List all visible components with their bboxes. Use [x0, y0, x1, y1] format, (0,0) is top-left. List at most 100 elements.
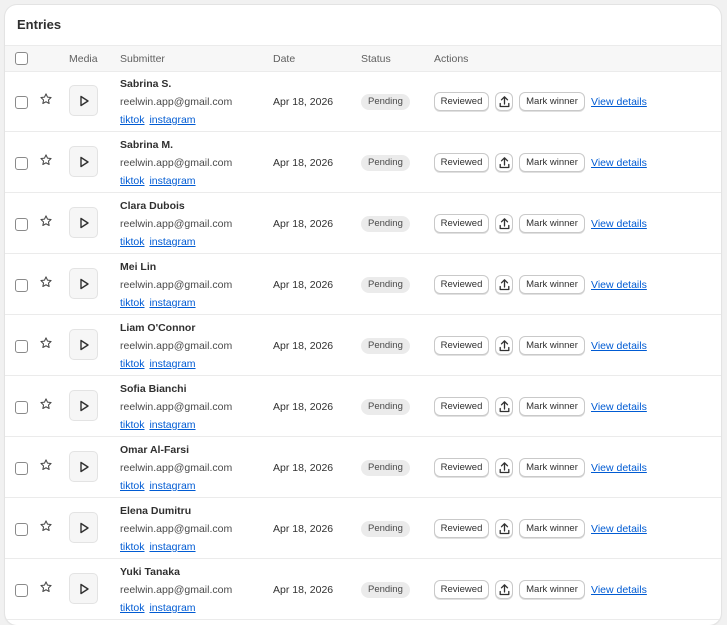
row-checkbox[interactable]: [15, 157, 28, 170]
upload-button[interactable]: [495, 458, 513, 477]
star-icon[interactable]: [39, 92, 53, 106]
reviewed-button[interactable]: Reviewed: [434, 397, 489, 416]
reviewed-button[interactable]: Reviewed: [434, 519, 489, 538]
view-details-link[interactable]: View details: [591, 584, 647, 596]
media-play-button[interactable]: [69, 85, 98, 116]
view-details-link[interactable]: View details: [591, 523, 647, 535]
mark-winner-button[interactable]: Mark winner: [519, 153, 585, 172]
column-header-actions: Actions: [434, 53, 469, 65]
upload-button[interactable]: [495, 92, 513, 111]
row-checkbox[interactable]: [15, 462, 28, 475]
submitter-email: reelwin.app@gmail.com: [120, 523, 233, 535]
star-icon[interactable]: [39, 519, 53, 533]
upload-button[interactable]: [495, 153, 513, 172]
mark-winner-button[interactable]: Mark winner: [519, 275, 585, 294]
mark-winner-button[interactable]: Mark winner: [519, 397, 585, 416]
reviewed-button[interactable]: Reviewed: [434, 336, 489, 355]
tiktok-link[interactable]: tiktok: [120, 419, 145, 431]
view-details-link[interactable]: View details: [591, 340, 647, 352]
reviewed-button[interactable]: Reviewed: [434, 580, 489, 599]
media-play-button[interactable]: [69, 268, 98, 299]
mark-winner-button[interactable]: Mark winner: [519, 458, 585, 477]
select-all-checkbox[interactable]: [15, 52, 28, 65]
tiktok-link[interactable]: tiktok: [120, 480, 145, 492]
submitter-email: reelwin.app@gmail.com: [120, 279, 233, 291]
status-badge: Pending: [361, 521, 410, 537]
submitter-name: Sofia Bianchi: [120, 383, 187, 395]
row-checkbox[interactable]: [15, 218, 28, 231]
entry-date: Apr 18, 2026: [273, 401, 334, 413]
mark-winner-button[interactable]: Mark winner: [519, 92, 585, 111]
media-play-button[interactable]: [69, 390, 98, 421]
tiktok-link[interactable]: tiktok: [120, 541, 145, 553]
upload-button[interactable]: [495, 336, 513, 355]
upload-button[interactable]: [495, 275, 513, 294]
tiktok-link[interactable]: tiktok: [120, 358, 145, 370]
tiktok-link[interactable]: tiktok: [120, 114, 145, 126]
row-checkbox[interactable]: [15, 523, 28, 536]
instagram-link[interactable]: instagram: [149, 236, 195, 248]
media-play-button[interactable]: [69, 207, 98, 238]
tiktok-link[interactable]: tiktok: [120, 236, 145, 248]
tiktok-link[interactable]: tiktok: [120, 175, 145, 187]
instagram-link[interactable]: instagram: [149, 602, 195, 614]
mark-winner-button[interactable]: Mark winner: [519, 519, 585, 538]
instagram-link[interactable]: instagram: [149, 541, 195, 553]
upload-button[interactable]: [495, 580, 513, 599]
media-play-button[interactable]: [69, 146, 98, 177]
view-details-link[interactable]: View details: [591, 401, 647, 413]
instagram-link[interactable]: instagram: [149, 358, 195, 370]
star-icon[interactable]: [39, 458, 53, 472]
status-badge: Pending: [361, 216, 410, 232]
instagram-link[interactable]: instagram: [149, 114, 195, 126]
star-icon[interactable]: [39, 214, 53, 228]
star-icon[interactable]: [39, 153, 53, 167]
submitter-email: reelwin.app@gmail.com: [120, 401, 233, 413]
reviewed-button[interactable]: Reviewed: [434, 458, 489, 477]
row-checkbox[interactable]: [15, 401, 28, 414]
table-row: Sabrina S. reelwin.app@gmail.com tiktok …: [5, 71, 721, 132]
row-checkbox[interactable]: [15, 279, 28, 292]
view-details-link[interactable]: View details: [591, 279, 647, 291]
row-checkbox[interactable]: [15, 584, 28, 597]
submitter-email: reelwin.app@gmail.com: [120, 584, 233, 596]
mark-winner-button[interactable]: Mark winner: [519, 580, 585, 599]
view-details-link[interactable]: View details: [591, 157, 647, 169]
status-badge: Pending: [361, 94, 410, 110]
media-play-button[interactable]: [69, 451, 98, 482]
reviewed-button[interactable]: Reviewed: [434, 92, 489, 111]
submitter-email: reelwin.app@gmail.com: [120, 340, 233, 352]
view-details-link[interactable]: View details: [591, 96, 647, 108]
reviewed-button[interactable]: Reviewed: [434, 214, 489, 233]
instagram-link[interactable]: instagram: [149, 419, 195, 431]
upload-button[interactable]: [495, 397, 513, 416]
star-icon[interactable]: [39, 275, 53, 289]
view-details-link[interactable]: View details: [591, 462, 647, 474]
tiktok-link[interactable]: tiktok: [120, 297, 145, 309]
media-play-button[interactable]: [69, 512, 98, 543]
instagram-link[interactable]: instagram: [149, 297, 195, 309]
entry-date: Apr 18, 2026: [273, 523, 334, 535]
social-links: tiktok instagram: [120, 358, 198, 370]
social-links: tiktok instagram: [120, 602, 198, 614]
entry-date: Apr 18, 2026: [273, 157, 334, 169]
instagram-link[interactable]: instagram: [149, 175, 195, 187]
social-links: tiktok instagram: [120, 541, 198, 553]
star-icon[interactable]: [39, 336, 53, 350]
star-icon[interactable]: [39, 580, 53, 594]
reviewed-button[interactable]: Reviewed: [434, 275, 489, 294]
mark-winner-button[interactable]: Mark winner: [519, 336, 585, 355]
view-details-link[interactable]: View details: [591, 218, 647, 230]
upload-button[interactable]: [495, 214, 513, 233]
row-checkbox[interactable]: [15, 96, 28, 109]
column-header-date: Date: [273, 53, 296, 65]
media-play-button[interactable]: [69, 329, 98, 360]
reviewed-button[interactable]: Reviewed: [434, 153, 489, 172]
media-play-button[interactable]: [69, 573, 98, 604]
upload-button[interactable]: [495, 519, 513, 538]
row-checkbox[interactable]: [15, 340, 28, 353]
mark-winner-button[interactable]: Mark winner: [519, 214, 585, 233]
star-icon[interactable]: [39, 397, 53, 411]
instagram-link[interactable]: instagram: [149, 480, 195, 492]
tiktok-link[interactable]: tiktok: [120, 602, 145, 614]
